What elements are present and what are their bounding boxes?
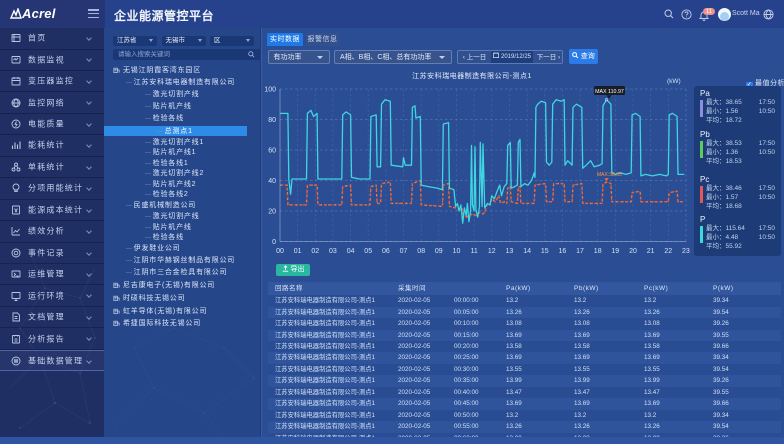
svg-text:07: 07 <box>400 248 408 255</box>
svg-text:12: 12 <box>488 248 496 255</box>
svg-text:17: 17 <box>576 248 584 255</box>
svg-text:11: 11 <box>470 248 477 255</box>
svg-text:20: 20 <box>268 209 276 216</box>
svg-text:18: 18 <box>594 248 602 255</box>
svg-text:01: 01 <box>294 248 302 255</box>
svg-text:19: 19 <box>611 248 619 255</box>
svg-text:06: 06 <box>382 248 390 255</box>
svg-text:20: 20 <box>629 248 637 255</box>
svg-text:22: 22 <box>664 248 672 255</box>
svg-text:80: 80 <box>268 117 276 124</box>
svg-text:MAX 110.97: MAX 110.97 <box>595 89 624 95</box>
svg-text:08: 08 <box>417 248 425 255</box>
svg-text:16: 16 <box>559 248 567 255</box>
svg-text:02: 02 <box>311 248 319 255</box>
svg-text:03: 03 <box>329 248 337 255</box>
svg-text:60: 60 <box>268 148 276 155</box>
svg-text:40: 40 <box>268 178 276 185</box>
svg-text:15: 15 <box>541 248 549 255</box>
svg-text:14: 14 <box>523 248 531 255</box>
svg-text:23: 23 <box>682 248 690 255</box>
svg-text:100: 100 <box>264 87 276 94</box>
svg-text:0: 0 <box>272 239 276 246</box>
svg-text:21: 21 <box>647 248 655 255</box>
svg-text:05: 05 <box>364 248 372 255</box>
svg-text:04: 04 <box>347 248 355 255</box>
svg-text:10: 10 <box>453 248 461 255</box>
svg-text:09: 09 <box>435 248 443 255</box>
svg-text:13: 13 <box>506 248 514 255</box>
svg-text:00: 00 <box>276 248 284 255</box>
svg-text:MAX:38.65: MAX:38.65 <box>597 172 622 178</box>
